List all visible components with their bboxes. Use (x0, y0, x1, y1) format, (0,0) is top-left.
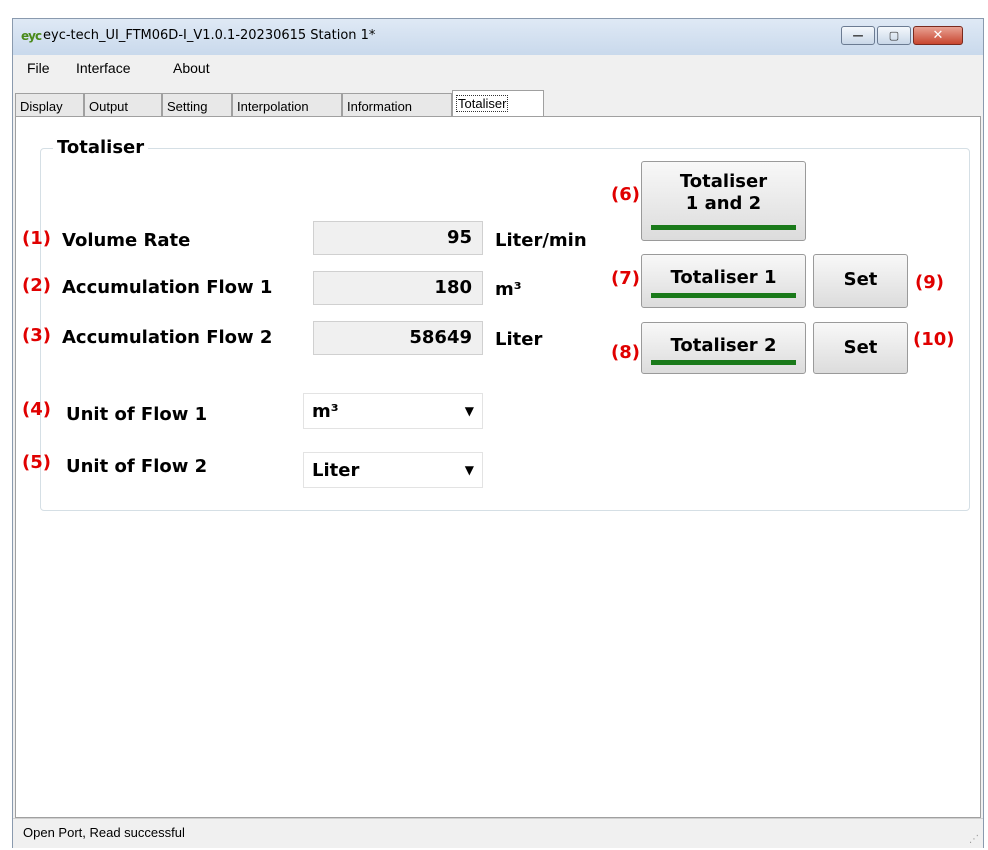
annotation-9: (9) (915, 272, 944, 293)
annotation-2: (2) (22, 275, 51, 296)
unit-of-flow-1-label: Unit of Flow 1 (66, 404, 208, 425)
accumulation-flow-2-label: Accumulation Flow 2 (62, 327, 273, 348)
annotation-7: (7) (611, 268, 640, 289)
volume-rate-label: Volume Rate (62, 230, 191, 251)
maximize-button[interactable]: ▢ (877, 26, 911, 45)
annotation-3: (3) (22, 325, 51, 346)
maximize-icon: ▢ (888, 29, 900, 42)
volume-rate-unit: Liter/min (495, 230, 587, 251)
unit-of-flow-2-label: Unit of Flow 2 (66, 456, 208, 477)
accumulation-flow-1-value: 180 (313, 271, 483, 305)
tab-display[interactable]: Display (15, 93, 84, 116)
volume-rate-value: 95 (313, 221, 483, 255)
minimize-icon: — (852, 29, 864, 42)
window-title: eyc-tech_UI_FTM06D-I_V1.0.1-20230615 Sta… (43, 28, 376, 43)
title-bar[interactable]: eyc eyc-tech_UI_FTM06D-I_V1.0.1-20230615… (13, 19, 983, 55)
unit-of-flow-1-select[interactable]: m³ ▼ (303, 393, 483, 429)
annotation-6: (6) (611, 184, 640, 205)
totaliser-1-and-2-line1: Totaliser (679, 171, 768, 192)
menu-about[interactable]: About (173, 60, 210, 76)
menu-file[interactable]: File (27, 60, 50, 76)
annotation-1: (1) (22, 228, 51, 249)
indicator-bar (651, 360, 796, 365)
minimize-button[interactable]: — (841, 26, 875, 45)
unit-of-flow-2-select[interactable]: Liter ▼ (303, 452, 483, 488)
accumulation-flow-1-label: Accumulation Flow 1 (62, 277, 273, 298)
unit-of-flow-2-value: Liter (312, 460, 360, 481)
group-title: Totaliser (53, 137, 149, 158)
close-button[interactable]: ✕ (913, 26, 963, 45)
totaliser-1-and-2-line2: 1 and 2 (685, 193, 762, 214)
unit-of-flow-1-value: m³ (312, 401, 339, 422)
app-window: eyc eyc-tech_UI_FTM06D-I_V1.0.1-20230615… (12, 18, 984, 848)
totaliser-2-label: Totaliser 2 (670, 335, 777, 356)
annotation-5: (5) (22, 452, 51, 473)
accumulation-flow-1-unit: m³ (495, 279, 522, 300)
totaliser-2-button[interactable]: Totaliser 2 (641, 322, 806, 374)
indicator-bar (651, 293, 796, 298)
set-flow-1-button[interactable]: Set (813, 254, 908, 308)
tab-information[interactable]: Information (342, 93, 452, 116)
accumulation-flow-2-unit: Liter (495, 329, 543, 350)
app-logo-icon: eyc (21, 29, 42, 43)
set-flow-2-button[interactable]: Set (813, 322, 908, 374)
chevron-down-icon: ▼ (464, 404, 474, 418)
menu-interface[interactable]: Interface (76, 60, 130, 76)
totaliser-1-and-2-button[interactable]: Totaliser 1 and 2 (641, 161, 806, 241)
indicator-bar (651, 225, 796, 230)
tab-totaliser-label: Totaliser (455, 95, 509, 112)
totaliser-1-label: Totaliser 1 (670, 267, 777, 288)
menu-bar: File Interface About (13, 55, 983, 81)
accumulation-flow-2-value: 58649 (313, 321, 483, 355)
status-text: Open Port, Read successful (23, 825, 185, 840)
chevron-down-icon: ▼ (464, 463, 474, 477)
totaliser-1-button[interactable]: Totaliser 1 (641, 254, 806, 308)
close-icon: ✕ (932, 28, 944, 43)
annotation-4: (4) (22, 399, 51, 420)
tab-setting[interactable]: Setting (162, 93, 232, 116)
tab-output[interactable]: Output (84, 93, 162, 116)
status-bar: Open Port, Read successful ⋰ (13, 818, 983, 848)
resize-grip-icon[interactable]: ⋰ (969, 834, 979, 845)
annotation-10: (10) (913, 329, 955, 350)
tab-totaliser[interactable]: Totaliser (452, 90, 544, 117)
tab-interpolation[interactable]: Interpolation (232, 93, 342, 116)
annotation-8: (8) (611, 342, 640, 363)
